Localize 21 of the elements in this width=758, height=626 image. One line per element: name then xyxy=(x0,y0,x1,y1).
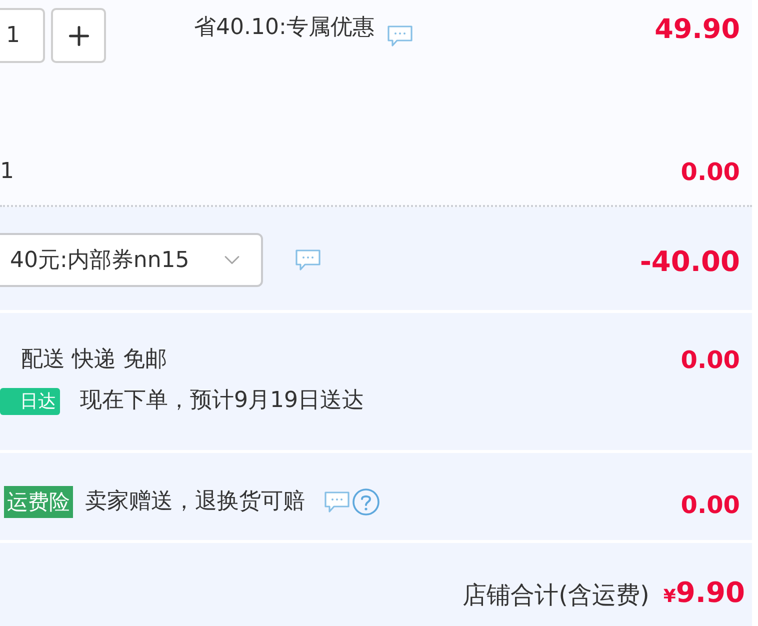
help-icon[interactable] xyxy=(352,488,380,516)
increase-quantity-button[interactable] xyxy=(51,8,106,63)
item-price: 49.90 xyxy=(654,15,741,45)
delivery-fee: 0.00 xyxy=(680,345,741,375)
chat-bubble-icon[interactable] xyxy=(295,249,321,271)
shop-total-amount: ¥9.90 xyxy=(663,576,746,611)
insurance-badge: 运费险 xyxy=(4,486,73,518)
quantity-field[interactable]: 1 xyxy=(0,8,45,63)
coupon-amount: -40.00 xyxy=(640,247,741,277)
chat-bubble-icon[interactable] xyxy=(387,25,414,47)
coupon-select[interactable]: 40元:内部券nn15 xyxy=(0,233,263,287)
row-amount: 0.00 xyxy=(680,157,741,187)
chat-bubble-icon[interactable] xyxy=(324,491,350,513)
shop-total-label: 店铺合计(含运费) xyxy=(462,580,650,611)
discount-text: 省40.10:专属优惠 xyxy=(194,14,374,42)
row-value-text: 1 xyxy=(0,158,14,186)
delivery-eta-text: 现在下单，预计9月19日送达 xyxy=(80,387,364,415)
insurance-text: 卖家赠送，退换货可赔 xyxy=(85,488,305,516)
delivery-badge: 日达 xyxy=(0,388,60,414)
delivery-method-text: 配送 快递 免邮 xyxy=(21,346,168,374)
insurance-fee: 0.00 xyxy=(680,490,741,520)
